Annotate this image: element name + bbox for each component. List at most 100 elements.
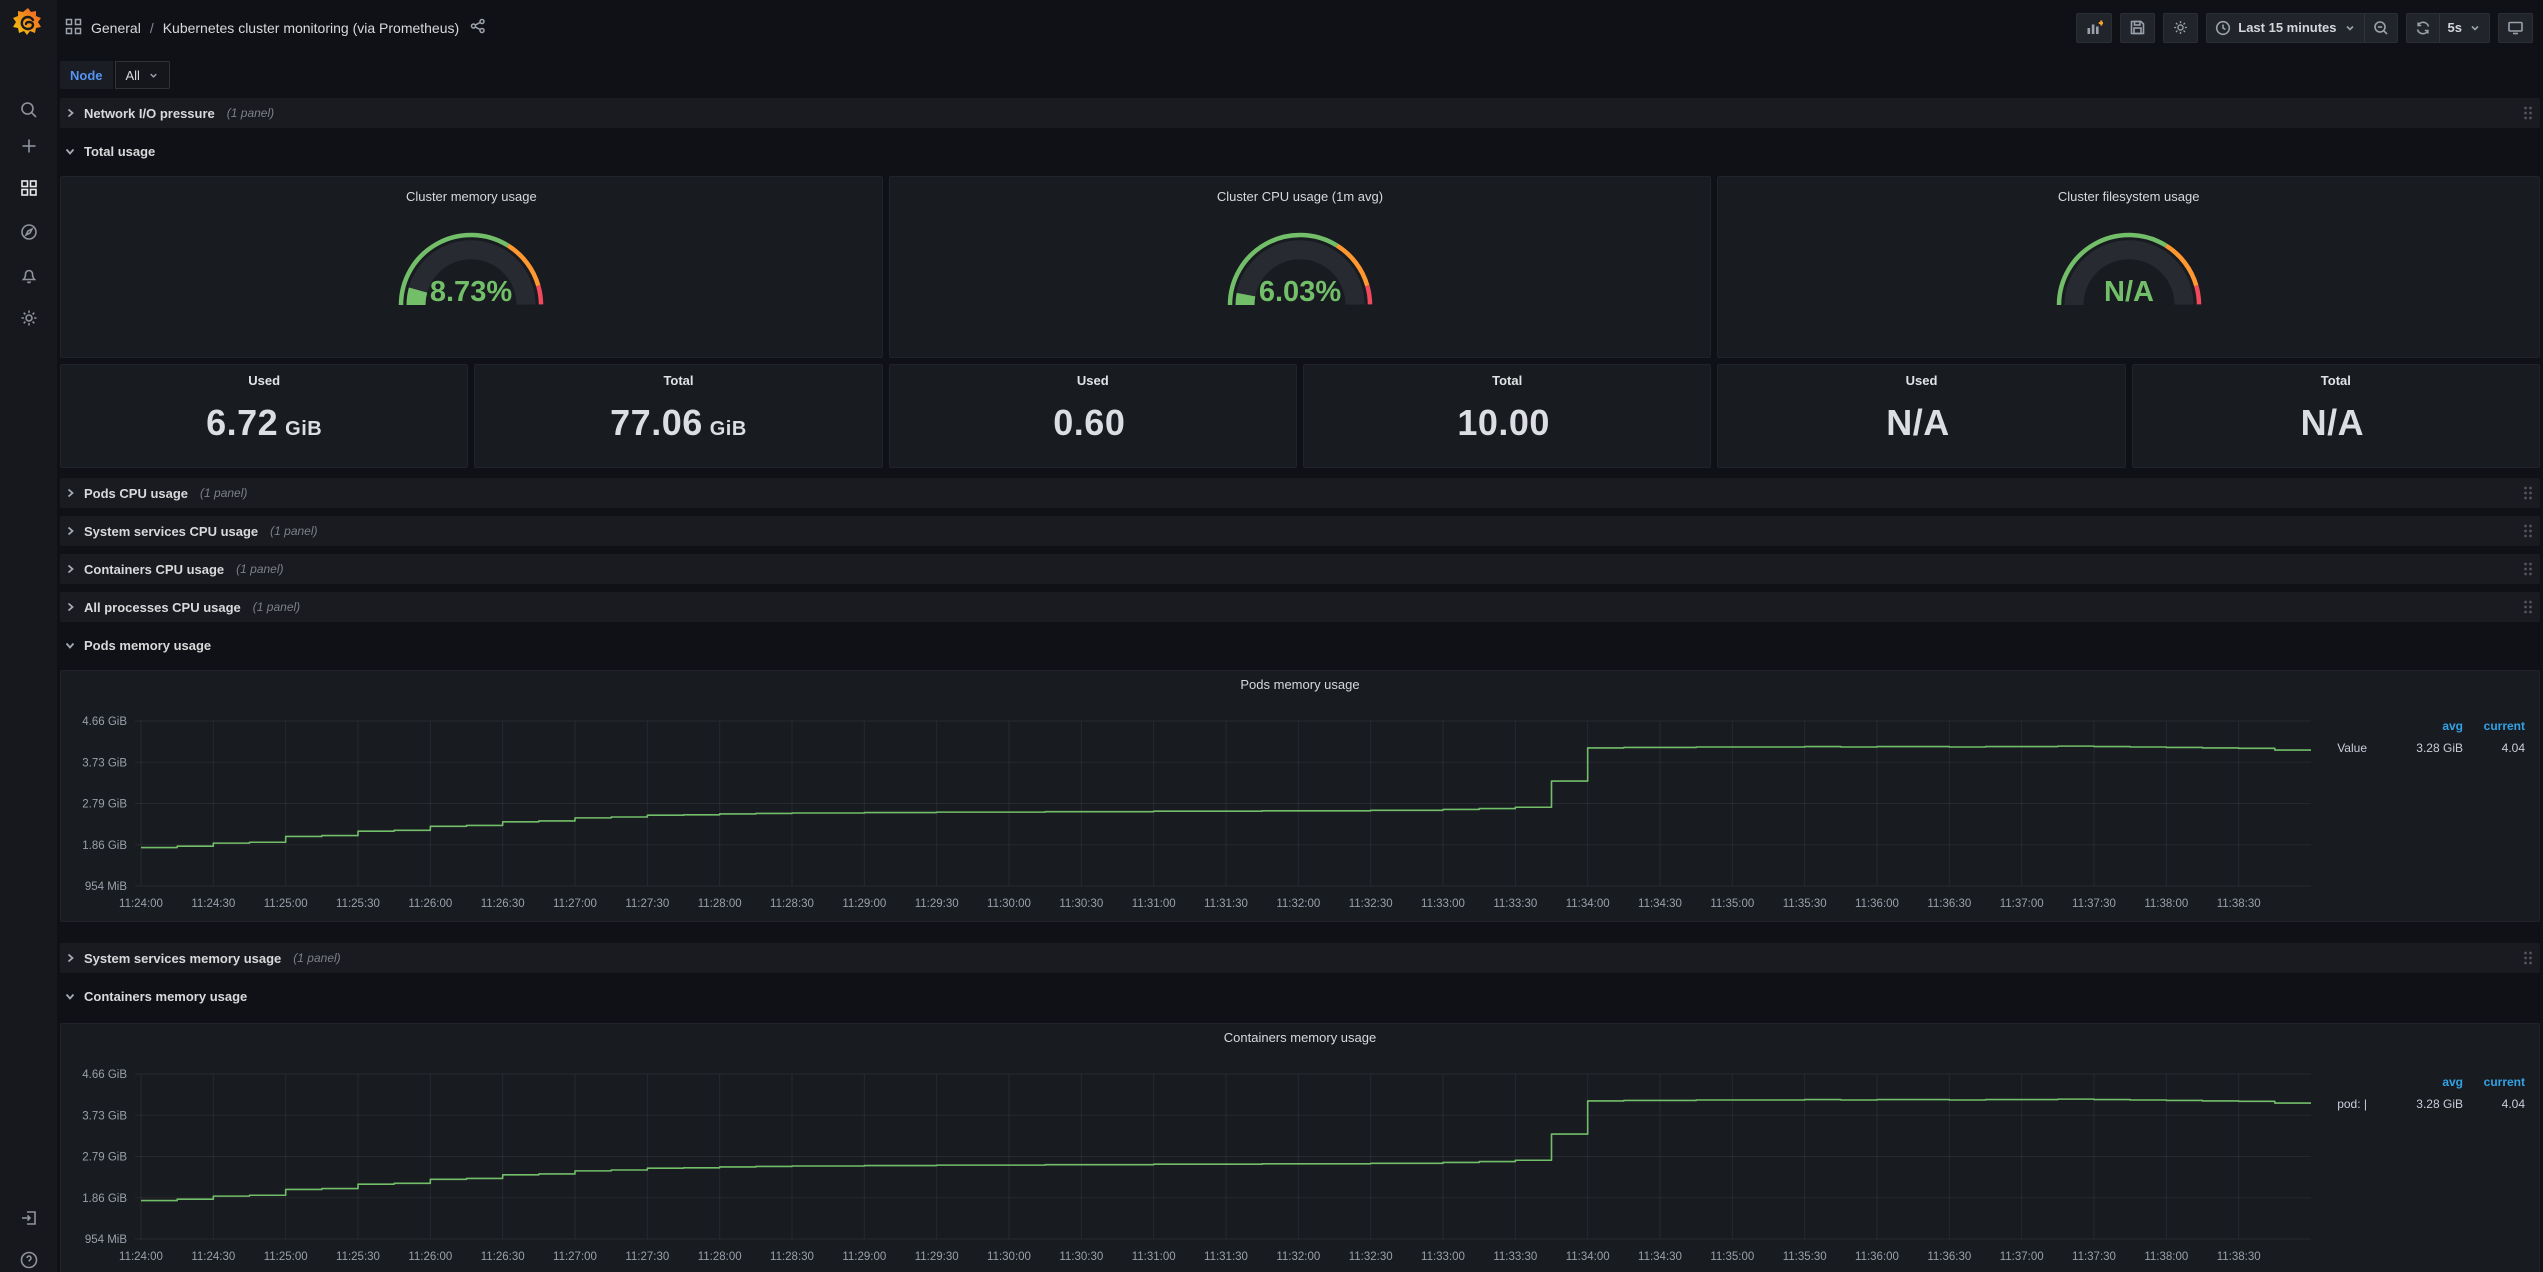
row-network-io-pressure[interactable]: Network I/O pressure (1 panel) <box>60 98 2540 128</box>
svg-text:4.66 GiB: 4.66 GiB <box>82 1069 127 1081</box>
row-total-usage[interactable]: Total usage <box>60 137 2540 165</box>
tv-icon[interactable] <box>2498 13 2533 43</box>
dashboard-toolbar: Last 15 minutes 5s <box>2076 13 2533 43</box>
svg-text:11:37:30: 11:37:30 <box>2072 1251 2116 1263</box>
chevron-right-icon <box>64 525 76 537</box>
time-range-picker[interactable]: Last 15 minutes <box>2206 13 2364 43</box>
row-system-services-memory-usage[interactable]: System services memory usage (1 panel) <box>60 943 2540 973</box>
legend-series-name[interactable]: pod: | <box>2337 1097 2377 1111</box>
svg-text:11:33:00: 11:33:00 <box>1421 898 1465 910</box>
drag-handle-icon[interactable] <box>2522 523 2534 539</box>
svg-text:11:36:00: 11:36:00 <box>1855 1251 1899 1263</box>
svg-text:11:24:00: 11:24:00 <box>119 1251 163 1263</box>
breadcrumb-folder[interactable]: General <box>91 20 141 36</box>
breadcrumb-dashboard-title[interactable]: Kubernetes cluster monitoring (via Prome… <box>163 20 459 36</box>
svg-text:11:26:30: 11:26:30 <box>481 1251 525 1263</box>
panel-title[interactable]: Cluster filesystem usage <box>1718 183 2539 209</box>
dashboards-icon[interactable] <box>0 170 57 206</box>
panel-cluster-cpu-usage[interactable]: Cluster CPU usage (1m avg) 6.03% <box>889 176 1712 358</box>
svg-text:11:32:30: 11:32:30 <box>1349 1251 1393 1263</box>
help-icon[interactable] <box>0 1242 57 1272</box>
variable-label: Node <box>60 61 113 89</box>
svg-text:11:27:30: 11:27:30 <box>625 1251 669 1263</box>
svg-text:11:29:30: 11:29:30 <box>915 898 959 910</box>
panel-title[interactable]: Cluster CPU usage (1m avg) <box>890 183 1711 209</box>
drag-handle-icon[interactable] <box>2522 599 2534 615</box>
svg-text:11:24:30: 11:24:30 <box>191 1251 235 1263</box>
svg-text:11:24:00: 11:24:00 <box>119 898 163 910</box>
svg-text:11:25:00: 11:25:00 <box>264 1251 308 1263</box>
legend-sort-avg[interactable]: avg <box>2377 1075 2463 1089</box>
drag-handle-icon[interactable] <box>2522 950 2534 966</box>
svg-text:11:30:30: 11:30:30 <box>1059 898 1103 910</box>
chart-legend: avg current pod: | 3.28 GiB 4.04 <box>2313 1071 2525 1115</box>
chart-legend: avg current Value 3.28 GiB 4.04 <box>2313 715 2525 759</box>
gauge-panels: Cluster memory usage 8.73% Cluster CPU u… <box>60 176 2540 358</box>
zoom-out-icon[interactable] <box>2365 13 2398 43</box>
drag-handle-icon[interactable] <box>2522 105 2534 121</box>
refresh-interval-picker[interactable]: 5s <box>2440 13 2490 43</box>
alerting-icon[interactable] <box>0 257 57 293</box>
variable-value-dropdown[interactable]: All <box>115 61 170 89</box>
panel-cluster-memory-usage[interactable]: Cluster memory usage 8.73% <box>60 176 883 358</box>
panel-cpu-used[interactable]: Used 0.60 <box>889 364 1297 468</box>
legend-series-name[interactable]: Value <box>2337 741 2377 755</box>
svg-text:954 MiB: 954 MiB <box>85 1234 128 1246</box>
svg-text:11:25:30: 11:25:30 <box>336 898 380 910</box>
panel-title[interactable]: Cluster memory usage <box>61 183 882 209</box>
row-system-services-cpu-usage[interactable]: System services CPU usage (1 panel) <box>60 516 2540 546</box>
variables-bar: Node All <box>60 61 2540 89</box>
svg-text:11:34:30: 11:34:30 <box>1638 898 1682 910</box>
chevron-down-icon <box>64 639 76 651</box>
svg-text:11:24:30: 11:24:30 <box>191 898 235 910</box>
drag-handle-icon[interactable] <box>2522 561 2534 577</box>
panel-memory-total[interactable]: Total 77.06GiB <box>474 364 882 468</box>
panel-title[interactable]: Containers memory usage <box>61 1024 2539 1050</box>
svg-text:11:25:00: 11:25:00 <box>264 898 308 910</box>
search-icon[interactable] <box>0 92 57 128</box>
grafana-logo[interactable] <box>11 6 45 40</box>
share-icon[interactable] <box>470 18 486 37</box>
row-containers-memory-usage[interactable]: Containers memory usage <box>60 982 2540 1010</box>
save-dashboard-icon[interactable] <box>2120 13 2155 43</box>
refresh-icon[interactable] <box>2406 13 2440 43</box>
panel-pods-memory-usage[interactable]: Pods memory usage 954 MiB1.86 GiB2.79 Gi… <box>60 670 2540 922</box>
panel-filesystem-used[interactable]: Used N/A <box>1717 364 2125 468</box>
svg-text:2.79 GiB: 2.79 GiB <box>82 799 127 811</box>
row-pods-memory-usage[interactable]: Pods memory usage <box>60 631 2540 659</box>
time-picker-group: Last 15 minutes <box>2206 13 2397 43</box>
legend-sort-avg[interactable]: avg <box>2377 719 2463 733</box>
panel-memory-used[interactable]: Used 6.72GiB <box>60 364 468 468</box>
panel-cluster-filesystem-usage[interactable]: Cluster filesystem usage N/A <box>1717 176 2540 358</box>
panel-filesystem-total[interactable]: Total N/A <box>2132 364 2540 468</box>
pods-memory-chart: 954 MiB1.86 GiB2.79 GiB3.73 GiB4.66 GiB1… <box>61 697 2538 921</box>
svg-text:11:35:30: 11:35:30 <box>1783 1251 1827 1263</box>
row-pods-cpu-usage[interactable]: Pods CPU usage (1 panel) <box>60 478 2540 508</box>
add-panel-icon[interactable] <box>2076 13 2112 43</box>
svg-text:11:25:30: 11:25:30 <box>336 1251 380 1263</box>
svg-text:11:37:00: 11:37:00 <box>2000 898 2044 910</box>
svg-text:11:26:30: 11:26:30 <box>481 898 525 910</box>
breadcrumb: General / Kubernetes cluster monitoring … <box>65 18 486 38</box>
svg-text:4.66 GiB: 4.66 GiB <box>82 716 127 728</box>
svg-text:11:33:30: 11:33:30 <box>1493 898 1537 910</box>
explore-icon[interactable] <box>0 214 57 250</box>
panel-cpu-total[interactable]: Total 10.00 <box>1303 364 1711 468</box>
svg-text:3.73 GiB: 3.73 GiB <box>82 757 127 769</box>
panel-containers-memory-usage[interactable]: Containers memory usage 954 MiB1.86 GiB2… <box>60 1023 2540 1272</box>
drag-handle-icon[interactable] <box>2522 485 2534 501</box>
plus-icon[interactable] <box>0 128 57 164</box>
row-all-processes-cpu-usage[interactable]: All processes CPU usage (1 panel) <box>60 592 2540 622</box>
settings-icon[interactable] <box>0 300 57 336</box>
dashboard-settings-icon[interactable] <box>2163 13 2198 43</box>
chevron-right-icon <box>64 601 76 613</box>
row-containers-cpu-usage[interactable]: Containers CPU usage (1 panel) <box>60 554 2540 584</box>
svg-text:11:34:30: 11:34:30 <box>1638 1251 1682 1263</box>
grafana-dashboard: General / Kubernetes cluster monitoring … <box>0 0 2543 1272</box>
legend-sort-current[interactable]: current <box>2463 719 2525 733</box>
sign-in-icon[interactable] <box>0 1200 57 1236</box>
legend-sort-current[interactable]: current <box>2463 1075 2525 1089</box>
svg-text:11:32:00: 11:32:00 <box>1276 1251 1320 1263</box>
panel-title[interactable]: Pods memory usage <box>61 671 2539 697</box>
chevron-down-icon <box>64 145 76 157</box>
